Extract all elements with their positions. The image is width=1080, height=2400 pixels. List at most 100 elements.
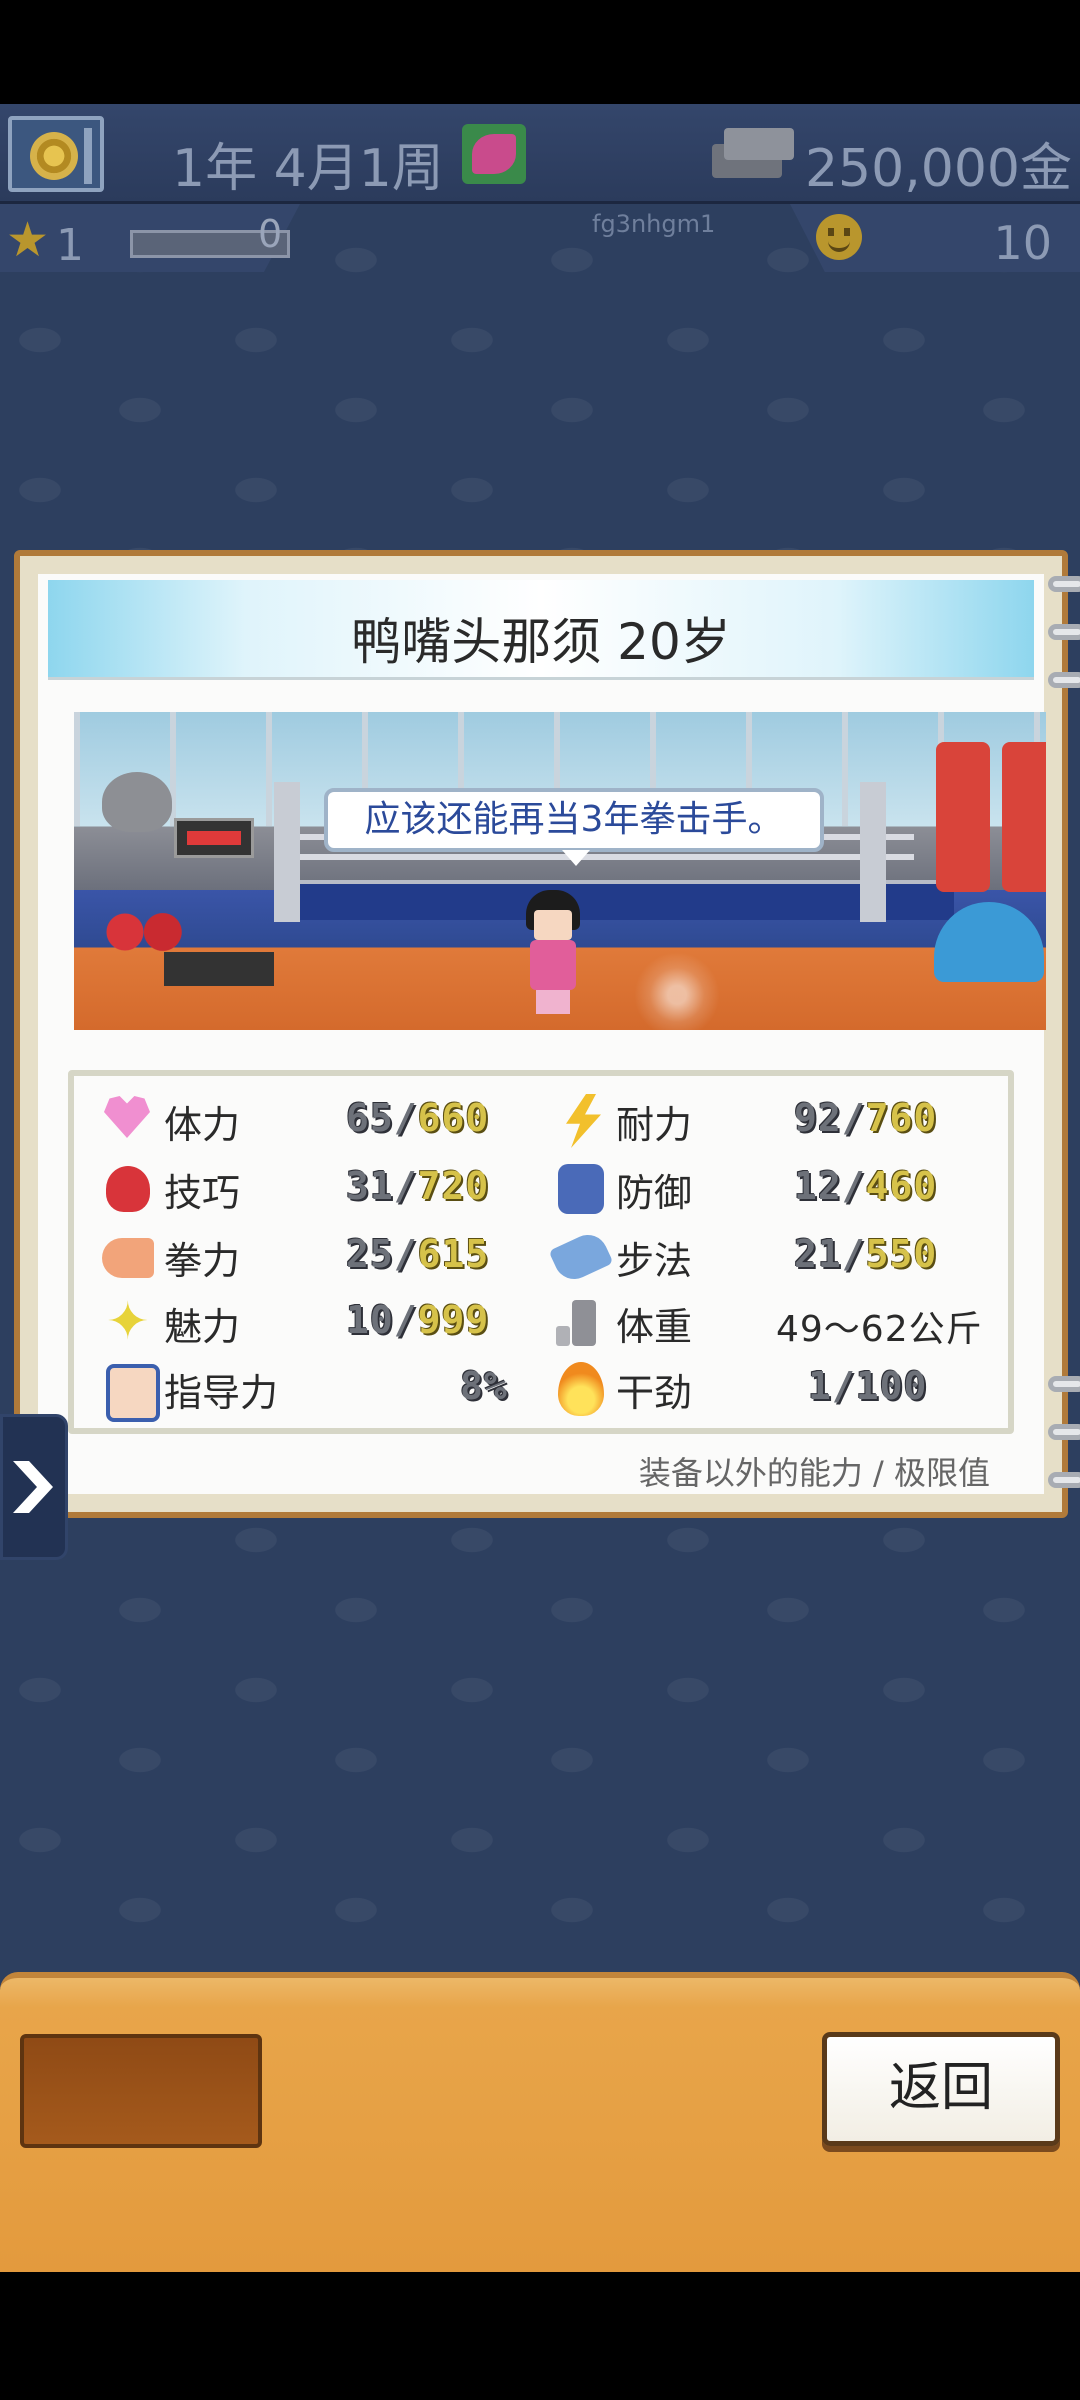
stat-current: 25 <box>346 1232 394 1276</box>
stat-max: 660 <box>417 1096 490 1140</box>
binder-rings-bottom <box>1048 1376 1080 1520</box>
stat-separator: / <box>393 1232 418 1276</box>
stat-max: 460 <box>865 1164 938 1208</box>
binder-ring <box>1048 576 1080 592</box>
stat-label: 防御 <box>616 1171 693 1215</box>
experience-value: 0 <box>258 212 283 256</box>
weight-icon <box>550 1294 608 1350</box>
stat-label: 体力 <box>164 1103 241 1147</box>
score-display <box>174 818 254 858</box>
chevron-right-icon <box>13 1461 53 1513</box>
stat-current: 65 <box>346 1096 394 1140</box>
stat-max: 999 <box>417 1298 490 1342</box>
stat-current: 31 <box>346 1164 394 1208</box>
stat-separator: / <box>841 1096 866 1140</box>
side-panel-toggle[interactable] <box>0 1414 68 1560</box>
stat-label: 魅力 <box>164 1305 241 1349</box>
ring-rope <box>294 854 914 860</box>
ring-post <box>274 782 300 922</box>
research-icon[interactable] <box>462 124 526 184</box>
stat-label: 拳力 <box>164 1239 241 1283</box>
binder-ring <box>1048 1472 1080 1488</box>
stat-row-footwork: 步法 21/550 <box>550 1224 1000 1288</box>
lightning-icon <box>550 1092 608 1148</box>
menu-button-edge <box>84 128 92 184</box>
boxing-ring <box>274 880 954 920</box>
stat-max: 615 <box>417 1232 490 1276</box>
stat-value: 10/999 <box>346 1298 489 1342</box>
heart-icon <box>98 1092 156 1148</box>
stat-max: 550 <box>865 1232 938 1276</box>
shoe-icon <box>550 1228 608 1284</box>
stat-label: 步法 <box>616 1239 693 1283</box>
punching-bag <box>1002 742 1046 892</box>
dumbbells <box>164 952 274 986</box>
boxer-name-age: 鸭嘴头那须 20岁 <box>351 613 731 671</box>
boxer-face <box>534 910 572 940</box>
stat-current: 12 <box>794 1164 842 1208</box>
stat-label: 干劲 <box>616 1371 693 1415</box>
boxing-glove-icon <box>98 1160 156 1216</box>
bottom-panel: 返回 <box>0 1972 1080 2272</box>
stats-footnote: 装备以外的能力 / 极限值 <box>638 1454 990 1492</box>
stat-value: 25/615 <box>346 1232 489 1276</box>
punching-bag <box>936 742 990 892</box>
stat-value: 65/660 <box>346 1096 489 1140</box>
stat-row-weight: 体重 49～62公斤 <box>550 1290 1000 1354</box>
stat-value: 92/760 <box>794 1096 937 1140</box>
stat-separator: / <box>393 1164 418 1208</box>
stat-row-punch: 拳力 25/615 <box>98 1224 538 1288</box>
stat-value: 21/550 <box>794 1232 937 1276</box>
gear-icon <box>30 132 78 180</box>
speech-bubble: 应该还能再当3年拳击手。 <box>324 788 824 866</box>
back-button[interactable]: 返回 <box>822 2032 1060 2146</box>
stat-max: 720 <box>417 1164 490 1208</box>
stat-current: 10 <box>346 1298 394 1342</box>
empty-button-slot <box>20 2034 262 2148</box>
stat-separator: / <box>831 1364 856 1408</box>
status-subbar: ★ 1 0 fg3nhgm1 10 <box>0 204 1080 278</box>
stat-value: 1/100 <box>808 1364 927 1408</box>
boxer-sprite <box>522 890 584 1014</box>
binder-rings-top <box>1048 576 1080 720</box>
boxer-body <box>530 940 576 990</box>
money-icon <box>712 126 794 178</box>
star-icon: ★ <box>6 212 50 268</box>
boxer-detail-card: 鸭嘴头那须 20岁 应该还能再当3年拳击手。 体力 65/660 技巧 31/7… <box>14 550 1080 1518</box>
game-date: 1年 4月1周 <box>172 139 444 199</box>
binder-ring <box>1048 1376 1080 1392</box>
binder-ring <box>1048 1424 1080 1440</box>
stat-row-technique: 技巧 31/720 <box>98 1156 538 1220</box>
stat-value: 8% <box>460 1364 508 1408</box>
stat-current: 92 <box>794 1096 842 1140</box>
stat-row-endurance: 耐力 92/760 <box>550 1088 1000 1152</box>
ring-post <box>860 782 886 922</box>
stat-row-charm: 魅力 10/999 <box>98 1290 538 1354</box>
stat-max: 760 <box>865 1096 938 1140</box>
speed-bag <box>102 772 172 832</box>
stat-current: 1 <box>808 1364 832 1408</box>
stat-row-coaching: 指导力 8% <box>98 1356 538 1422</box>
card-body: 鸭嘴头那须 20岁 应该还能再当3年拳击手。 体力 65/660 技巧 31/7… <box>38 574 1046 1494</box>
fire-icon <box>550 1360 608 1416</box>
stat-max: 100 <box>855 1364 928 1408</box>
stat-separator: / <box>393 1096 418 1140</box>
menu-button[interactable] <box>8 116 104 192</box>
binder-ring <box>1048 672 1080 688</box>
money-amount: 250,000金 <box>804 139 1072 199</box>
fans-count: 10 <box>993 216 1052 270</box>
binder-ring <box>1048 624 1080 640</box>
top-header: 1年 4月1周 250,000金 <box>0 104 1080 204</box>
navigation-bar-area <box>0 2272 1080 2400</box>
stats-panel: 体力 65/660 技巧 31/720 拳力 25/615 魅力 10/999 … <box>68 1070 1014 1434</box>
status-bar-area <box>0 0 1080 104</box>
sparkle-effect <box>634 952 720 1030</box>
stat-separator: / <box>841 1164 866 1208</box>
stat-label: 耐力 <box>616 1103 693 1147</box>
stat-row-stamina: 体力 65/660 <box>98 1088 538 1152</box>
stat-separator: / <box>393 1298 418 1342</box>
rank-level: 1 <box>56 220 84 271</box>
stat-value: 12/460 <box>794 1164 937 1208</box>
guard-icon <box>550 1160 608 1216</box>
stat-value: 49～62公斤 <box>776 1309 983 1350</box>
